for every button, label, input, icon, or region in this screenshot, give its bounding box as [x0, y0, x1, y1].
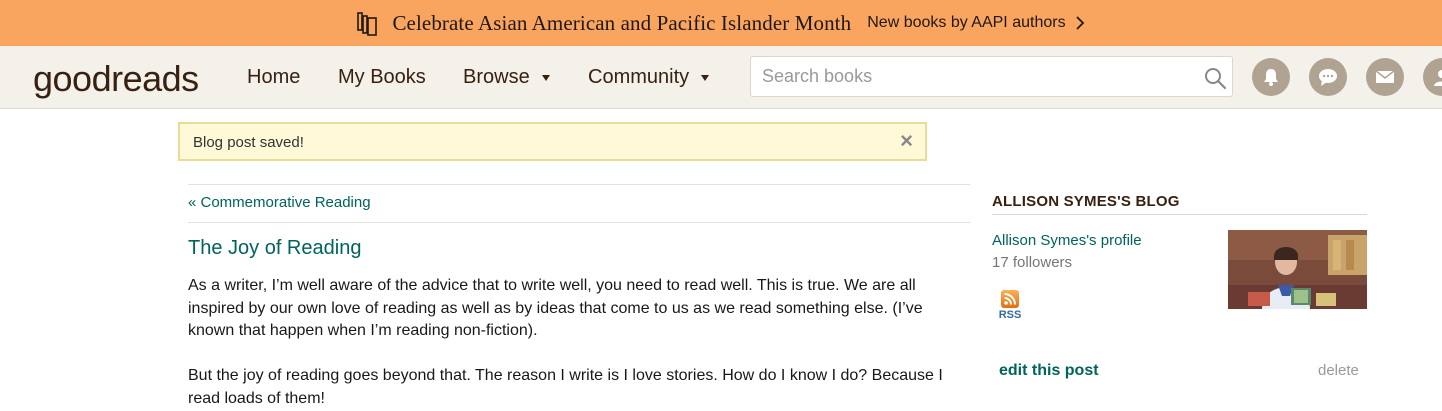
site-header: goodreads Home My Books Browse Community — [0, 46, 1442, 109]
edit-post-link[interactable]: edit this post — [999, 362, 1099, 380]
success-alert: Blog post saved! × — [178, 122, 927, 161]
avatar[interactable] — [1423, 58, 1442, 96]
promo-banner: Celebrate Asian American and Pacific Isl… — [0, 0, 1442, 46]
mail-icon — [1375, 70, 1395, 83]
close-icon[interactable]: × — [900, 130, 913, 152]
divider — [188, 184, 970, 185]
nav-browse[interactable]: Browse — [463, 66, 550, 89]
user-icon — [1434, 70, 1442, 86]
logo-reads: reads — [111, 58, 199, 99]
caret-down-icon — [541, 74, 550, 81]
nav-community[interactable]: Community — [588, 66, 710, 89]
caret-down-icon — [701, 74, 710, 81]
alert-message: Blog post saved! — [193, 134, 304, 151]
chat-bubble-icon — [1319, 69, 1337, 86]
search-icon[interactable] — [1203, 66, 1227, 90]
chat-button[interactable] — [1309, 58, 1347, 96]
banner-link-label: New books by AAPI authors — [867, 14, 1066, 31]
post-paragraph: But the joy of reading goes beyond that.… — [188, 367, 943, 407]
post-title[interactable]: The Joy of Reading — [188, 237, 361, 260]
delete-post-link[interactable]: delete — [1318, 362, 1359, 379]
rss-label: RSS — [998, 309, 1022, 321]
author-profile-link[interactable]: Allison Symes's profile — [992, 232, 1142, 249]
blog-sidebar-title: ALLISON SYMES'S BLOG — [992, 193, 1180, 210]
search-box — [750, 56, 1233, 97]
rss-icon — [1001, 290, 1019, 308]
divider — [992, 214, 1367, 215]
banner-title: Celebrate Asian American and Pacific Isl… — [392, 10, 852, 35]
author-photo[interactable] — [1228, 230, 1367, 309]
logo-good: good — [33, 58, 112, 99]
bell-icon — [1264, 69, 1278, 86]
books-icon — [357, 12, 378, 36]
followers-count: 17 followers — [992, 254, 1073, 271]
post-paragraph: As a writer, I’m well aware of the advic… — [188, 277, 923, 339]
rss-feed-link[interactable]: RSS — [997, 290, 1023, 321]
goodreads-logo[interactable]: goodreads — [33, 58, 199, 100]
search-input[interactable] — [751, 57, 1191, 96]
divider — [188, 222, 970, 223]
messages-button[interactable] — [1366, 58, 1404, 96]
chevron-right-icon — [1075, 16, 1084, 30]
nav-my-books[interactable]: My Books — [338, 66, 426, 89]
notifications-button[interactable] — [1252, 58, 1290, 96]
nav-community-label: Community — [588, 66, 690, 88]
previous-post-link[interactable]: « Commemorative Reading — [188, 194, 371, 211]
nav-home[interactable]: Home — [247, 66, 300, 89]
nav-browse-label: Browse — [463, 66, 530, 88]
banner-link[interactable]: New books by AAPI authors — [867, 14, 1085, 32]
